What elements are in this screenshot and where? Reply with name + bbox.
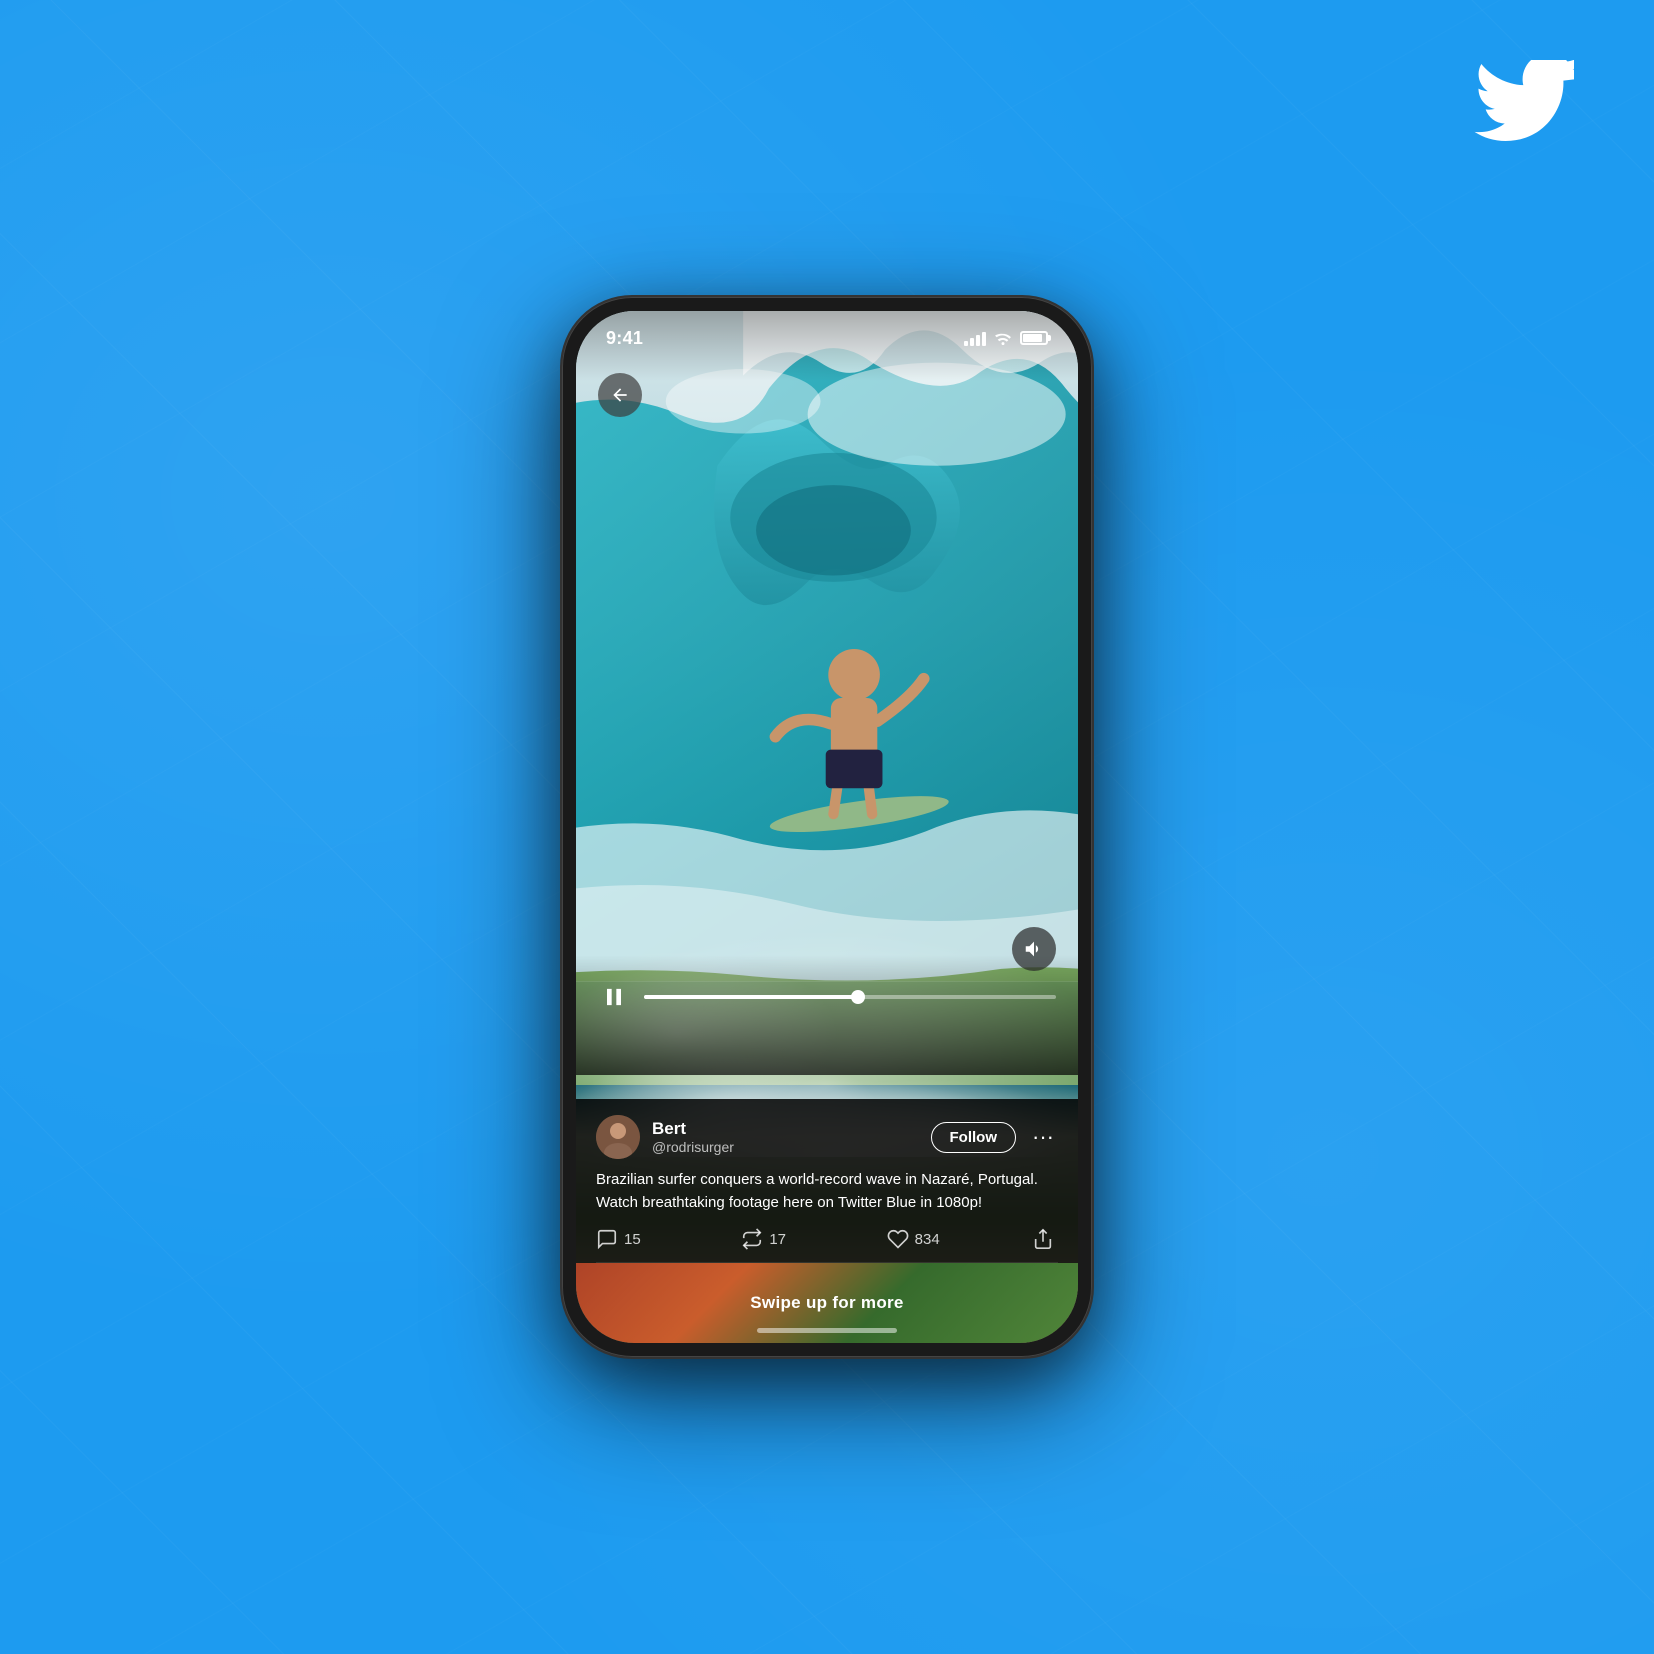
battery-icon (1020, 331, 1048, 345)
phone-screen: 9:41 (576, 311, 1078, 1343)
actions-row: 15 17 (596, 1228, 1058, 1263)
video-fade (576, 955, 1078, 1075)
more-button[interactable]: ··· (1028, 1124, 1058, 1150)
avatar[interactable] (596, 1115, 640, 1159)
share-action[interactable] (1032, 1228, 1058, 1250)
swipe-up-label: Swipe up for more (750, 1293, 903, 1313)
like-action[interactable]: 834 (887, 1228, 1032, 1250)
retweet-count: 17 (769, 1231, 786, 1248)
follow-button[interactable]: Follow (931, 1122, 1017, 1153)
like-icon (887, 1228, 909, 1250)
tweet-text: Brazilian surfer conquers a world-record… (596, 1169, 1058, 1214)
volume-icon (1023, 938, 1045, 960)
progress-dot (851, 990, 865, 1004)
retweet-action[interactable]: 17 (741, 1228, 886, 1250)
twitter-logo (1474, 60, 1574, 142)
user-handle: @rodrisurger (652, 1139, 919, 1155)
comment-action[interactable]: 15 (596, 1228, 741, 1250)
phone-frame: 9:41 (562, 297, 1092, 1357)
phone-body: 9:41 (562, 297, 1092, 1357)
play-controls (576, 981, 1078, 1013)
pause-button[interactable] (598, 981, 630, 1013)
home-indicator (757, 1328, 897, 1333)
comment-count: 15 (624, 1231, 641, 1248)
status-bar: 9:41 (576, 311, 1078, 365)
user-name: Bert (652, 1119, 919, 1139)
info-panel: Bert @rodrisurger Follow ··· Brazilian s… (576, 1099, 1078, 1343)
signal-icon (964, 330, 986, 346)
retweet-icon (741, 1228, 763, 1250)
status-icons (964, 330, 1048, 346)
share-icon (1032, 1228, 1054, 1250)
progress-fill (644, 995, 858, 999)
user-info: Bert @rodrisurger (652, 1119, 919, 1155)
back-button[interactable] (598, 373, 642, 417)
progress-bar[interactable] (644, 995, 1056, 999)
tweet-info: Bert @rodrisurger Follow ··· Brazilian s… (576, 1099, 1078, 1263)
like-count: 834 (915, 1231, 940, 1248)
status-time: 9:41 (606, 328, 643, 349)
wifi-icon (994, 331, 1012, 345)
comment-icon (596, 1228, 618, 1250)
user-row: Bert @rodrisurger Follow ··· (596, 1115, 1058, 1159)
